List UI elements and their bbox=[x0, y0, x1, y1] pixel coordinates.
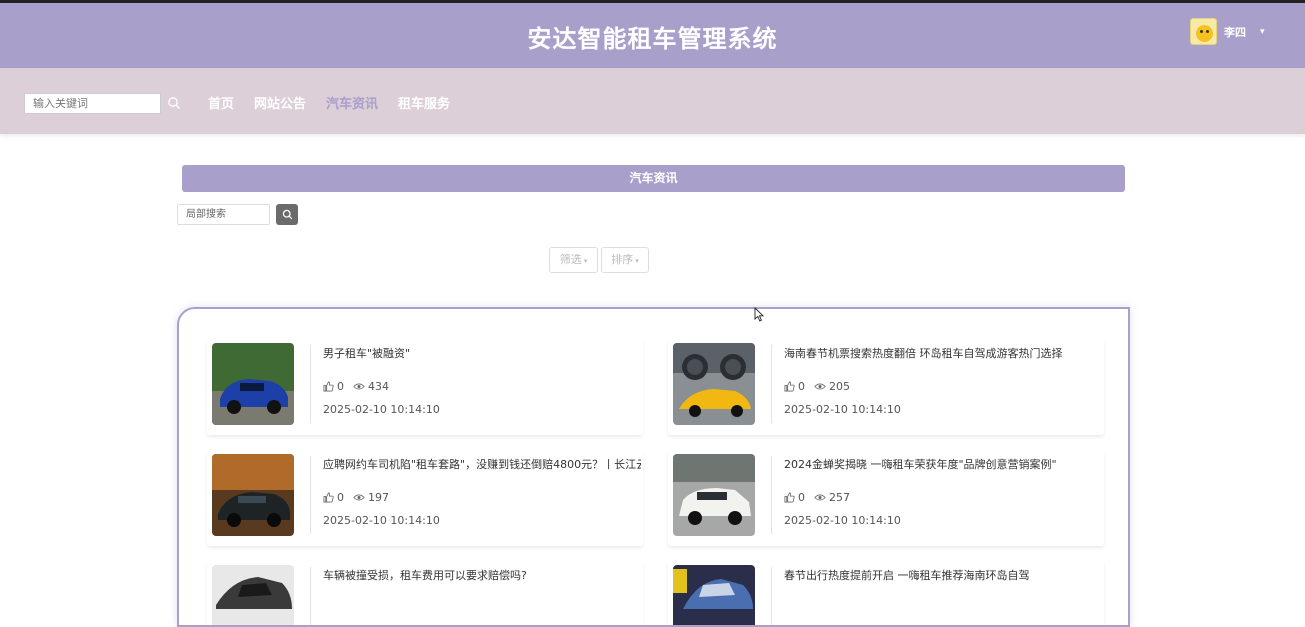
divider bbox=[310, 456, 311, 534]
sort-dropdown[interactable]: 排序 ▾ bbox=[601, 247, 649, 273]
local-search-input[interactable] bbox=[177, 204, 270, 225]
news-thumbnail[interactable] bbox=[212, 343, 294, 425]
top-header: 安达智能租车管理系统 李四 ▾ bbox=[0, 0, 1305, 68]
user-menu[interactable]: 李四 ▾ bbox=[1190, 18, 1265, 45]
chevron-down-icon: ▾ bbox=[635, 257, 639, 265]
avatar[interactable] bbox=[1190, 18, 1217, 45]
news-title[interactable]: 海南春节机票搜索热度翻倍 环岛租车自驾成游客热门选择 bbox=[784, 345, 1102, 361]
like-count: 0 bbox=[337, 491, 344, 504]
news-date: 2025-02-10 10:14:10 bbox=[784, 514, 901, 527]
news-stats: 0 257 bbox=[784, 491, 850, 504]
news-thumbnail[interactable] bbox=[673, 343, 755, 425]
news-card[interactable]: 海南春节机票搜索热度翻倍 环岛租车自驾成游客热门选择 0 205 2025-02… bbox=[668, 339, 1104, 435]
divider bbox=[771, 567, 772, 625]
news-title[interactable]: 车辆被撞受损，租车费用可以要求赔偿吗? bbox=[323, 567, 641, 583]
thumbs-up-icon[interactable] bbox=[784, 492, 795, 503]
news-thumbnail[interactable] bbox=[212, 454, 294, 536]
news-title[interactable]: 2024金蝉奖揭晓 一嗨租车荣获年度"品牌创意营销案例" bbox=[784, 456, 1102, 472]
filter-dropdown[interactable]: 筛选 ▾ bbox=[549, 247, 598, 273]
chevron-down-icon: ▾ bbox=[583, 257, 588, 265]
thumbs-up-icon[interactable] bbox=[784, 381, 795, 392]
eye-icon bbox=[353, 383, 365, 390]
local-search-button[interactable] bbox=[276, 204, 298, 225]
news-stats: 0 205 bbox=[784, 380, 850, 393]
news-title[interactable]: 春节出行热度提前开启 一嗨租车推荐海南环岛自驾 bbox=[784, 567, 1102, 583]
keyword-search-input[interactable] bbox=[24, 93, 161, 114]
news-card[interactable]: 2024金蝉奖揭晓 一嗨租车荣获年度"品牌创意营销案例" 0 257 2025-… bbox=[668, 450, 1104, 546]
search-icon[interactable] bbox=[167, 96, 181, 110]
sort-label: 排序 bbox=[611, 253, 634, 266]
nav-bar: 首页 网站公告 汽车资讯 租车服务 bbox=[0, 68, 1305, 134]
divider bbox=[771, 456, 772, 534]
eye-icon bbox=[814, 494, 826, 501]
nav-link-rental-service[interactable]: 租车服务 bbox=[398, 93, 450, 112]
news-stats: 0 197 bbox=[323, 491, 389, 504]
divider bbox=[310, 567, 311, 625]
divider bbox=[771, 345, 772, 423]
thumbs-up-icon[interactable] bbox=[323, 381, 334, 392]
view-count: 197 bbox=[368, 491, 389, 504]
eye-icon bbox=[814, 383, 826, 390]
nav-link-announcements[interactable]: 网站公告 bbox=[254, 93, 306, 112]
news-card[interactable]: 应聘网约车司机陷"租车套路"，没赚到钱还倒赔4800元？丨长江云 0 197 2… bbox=[207, 450, 643, 546]
news-card[interactable]: 春节出行热度提前开启 一嗨租车推荐海南环岛自驾 bbox=[668, 561, 1104, 625]
news-card[interactable]: 男子租车"被融资" 0 434 2025-02-10 10:14:10 bbox=[207, 339, 643, 435]
nav-link-car-news[interactable]: 汽车资讯 bbox=[326, 93, 378, 112]
user-name[interactable]: 李四 bbox=[1224, 24, 1246, 40]
news-stats: 0 434 bbox=[323, 380, 389, 393]
thumbs-up-icon[interactable] bbox=[323, 492, 334, 503]
view-count: 434 bbox=[368, 380, 389, 393]
news-thumbnail[interactable] bbox=[673, 454, 755, 536]
like-count: 0 bbox=[798, 491, 805, 504]
news-date: 2025-02-10 10:14:10 bbox=[323, 403, 440, 416]
search-icon bbox=[282, 209, 292, 220]
site-title: 安达智能租车管理系统 bbox=[527, 25, 778, 53]
news-card[interactable]: 车辆被撞受损，租车费用可以要求赔偿吗? bbox=[207, 561, 643, 625]
view-count: 257 bbox=[829, 491, 850, 504]
news-title[interactable]: 应聘网约车司机陷"租车套路"，没赚到钱还倒赔4800元？丨长江云 bbox=[323, 456, 641, 472]
news-list-panel: 男子租车"被融资" 0 434 2025-02-10 10:14:10 海南春节… bbox=[177, 307, 1130, 627]
news-thumbnail[interactable] bbox=[673, 565, 755, 625]
view-count: 205 bbox=[829, 380, 850, 393]
news-thumbnail[interactable] bbox=[212, 565, 294, 625]
nav-links: 首页 网站公告 汽车资讯 租车服务 bbox=[208, 93, 470, 112]
news-date: 2025-02-10 10:14:10 bbox=[784, 403, 901, 416]
filter-label: 筛选 bbox=[559, 253, 582, 266]
eye-icon bbox=[353, 494, 365, 501]
news-date: 2025-02-10 10:14:10 bbox=[323, 514, 440, 527]
divider bbox=[310, 345, 311, 423]
chevron-down-icon[interactable]: ▾ bbox=[1260, 27, 1265, 37]
section-title: 汽车资讯 bbox=[182, 165, 1125, 192]
nav-link-home[interactable]: 首页 bbox=[208, 93, 234, 112]
like-count: 0 bbox=[798, 380, 805, 393]
mouse-cursor-icon bbox=[754, 307, 764, 322]
news-title[interactable]: 男子租车"被融资" bbox=[323, 345, 641, 361]
like-count: 0 bbox=[337, 380, 344, 393]
